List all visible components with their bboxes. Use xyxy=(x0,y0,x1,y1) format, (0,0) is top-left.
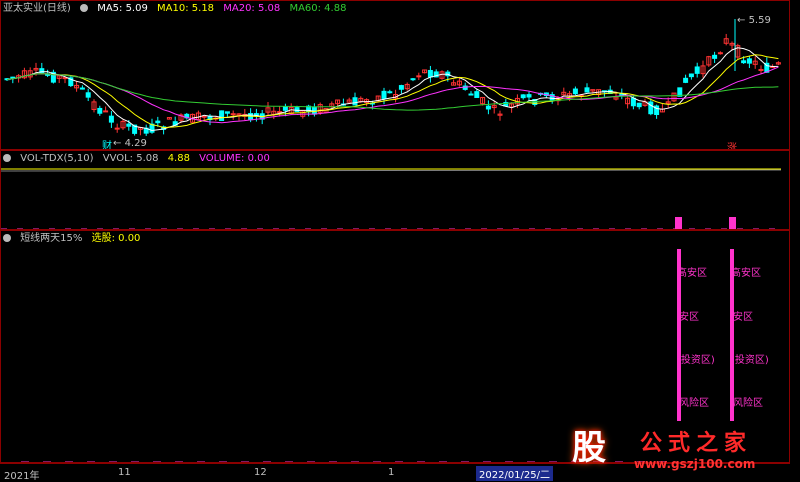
candle-body xyxy=(311,106,317,115)
price-pane[interactable]: 亚太实业(日线) MA5: 5.09 MA10: 5.18 MA20: 5.08… xyxy=(0,0,790,150)
axis-label: 1 xyxy=(388,467,395,478)
candle-body xyxy=(398,85,404,90)
candle-body xyxy=(126,123,132,127)
price-legend: 亚太实业(日线) MA5: 5.09 MA10: 5.18 MA20: 5.08… xyxy=(3,2,352,15)
candle-body xyxy=(474,91,480,98)
volume-bar xyxy=(675,217,682,229)
candle-body xyxy=(201,115,207,118)
low-price-label: ← 4.29 xyxy=(113,138,147,149)
candle-body xyxy=(387,91,393,94)
candlestick-chart[interactable] xyxy=(1,1,790,150)
axis-label: 12 xyxy=(254,467,267,478)
candle-body xyxy=(683,77,689,83)
candle-body xyxy=(79,87,85,90)
settings-circle-icon[interactable] xyxy=(80,4,88,12)
ma5-label: MA5: 5.09 xyxy=(97,3,148,14)
candle-body xyxy=(114,127,120,130)
ma60-label: MA60: 4.88 xyxy=(289,3,347,14)
ma20-line xyxy=(6,66,779,124)
zone-label: 高安区 xyxy=(677,268,707,279)
candle-body xyxy=(108,115,114,123)
candle-body xyxy=(155,120,161,124)
ma20-label: MA20: 5.08 xyxy=(223,3,281,14)
axis-label: 11 xyxy=(118,467,131,478)
candle-body xyxy=(381,90,387,99)
candle-body xyxy=(103,110,109,113)
candle-body xyxy=(520,94,526,99)
candle-body xyxy=(468,93,474,96)
stock-title: 亚太实业(日线) xyxy=(3,3,71,14)
volume-label: VOLUME: 0.00 xyxy=(199,153,270,164)
zone-label: (投资区) xyxy=(677,355,715,366)
brand-logo: 股 xyxy=(572,428,606,468)
high-price-value: 5.59 xyxy=(748,15,771,26)
xuangu-label: 选股: 0.00 xyxy=(91,233,141,244)
brand-url: www.gszj100.com xyxy=(634,457,756,471)
ma10-label: MA10: 5.18 xyxy=(157,3,215,14)
indicator-legend: 短线两天15% 选股: 0.00 xyxy=(3,232,146,245)
zone-label: 安区 xyxy=(679,312,699,323)
vol-v2-label: 4.88 xyxy=(167,153,190,164)
candle-body xyxy=(572,88,578,95)
cursor-date-box: 2022/01/25/二 xyxy=(476,466,554,481)
zone-label: 风险区 xyxy=(733,398,763,409)
candle-body xyxy=(485,105,491,110)
low-price-value: 4.29 xyxy=(124,138,147,149)
candle-body xyxy=(630,97,636,107)
marker-zhang[interactable]: 涨 xyxy=(727,139,737,149)
candle-body xyxy=(85,92,91,98)
candle-body xyxy=(427,69,433,78)
candle-body xyxy=(648,101,654,115)
zone-label: 安区 xyxy=(733,312,753,323)
candle-body xyxy=(712,54,718,59)
high-price-label: ← 5.59 xyxy=(737,15,771,26)
candle-body xyxy=(410,78,416,81)
ma10-line xyxy=(6,54,779,129)
zone-label: 风险区 xyxy=(679,398,709,409)
indicator-title: 短线两天15% xyxy=(20,233,83,244)
candle-body xyxy=(230,113,236,116)
marker-cai[interactable]: 财 xyxy=(102,137,112,149)
settings-circle-icon[interactable] xyxy=(3,154,11,162)
volume-legend: VOL-TDX(5,10) VVOL: 5.08 4.88 VOLUME: 0.… xyxy=(3,152,276,165)
candle-body xyxy=(97,107,103,114)
candle-body xyxy=(416,75,422,78)
candle-body xyxy=(746,58,752,64)
zone-label: 高安区 xyxy=(731,268,761,279)
candle-body xyxy=(636,102,642,108)
candle-body xyxy=(526,94,532,98)
candle-body xyxy=(282,106,288,111)
candle-body xyxy=(741,60,747,64)
candle-body xyxy=(694,66,700,74)
brand-name: 公式之家 xyxy=(640,431,753,456)
zone-label: (投资区) xyxy=(731,355,769,366)
candle-body xyxy=(294,107,300,113)
vvol-label: VVOL: 5.08 xyxy=(102,153,159,164)
candle-body xyxy=(584,87,590,93)
candle-body xyxy=(717,52,723,55)
candle-body xyxy=(688,73,694,78)
candle-body xyxy=(219,110,225,122)
brand-watermark: 股 公式之家 www.gszj100.com xyxy=(556,425,790,475)
vol-title: VOL-TDX(5,10) xyxy=(20,153,94,164)
candle-body xyxy=(352,97,358,106)
volume-bar xyxy=(729,217,736,229)
vol-ma-line xyxy=(1,169,782,172)
candle-body xyxy=(224,111,230,114)
volume-pane[interactable]: VOL-TDX(5,10) VVOL: 5.08 4.88 VOLUME: 0.… xyxy=(0,150,790,230)
settings-circle-icon[interactable] xyxy=(3,234,11,242)
